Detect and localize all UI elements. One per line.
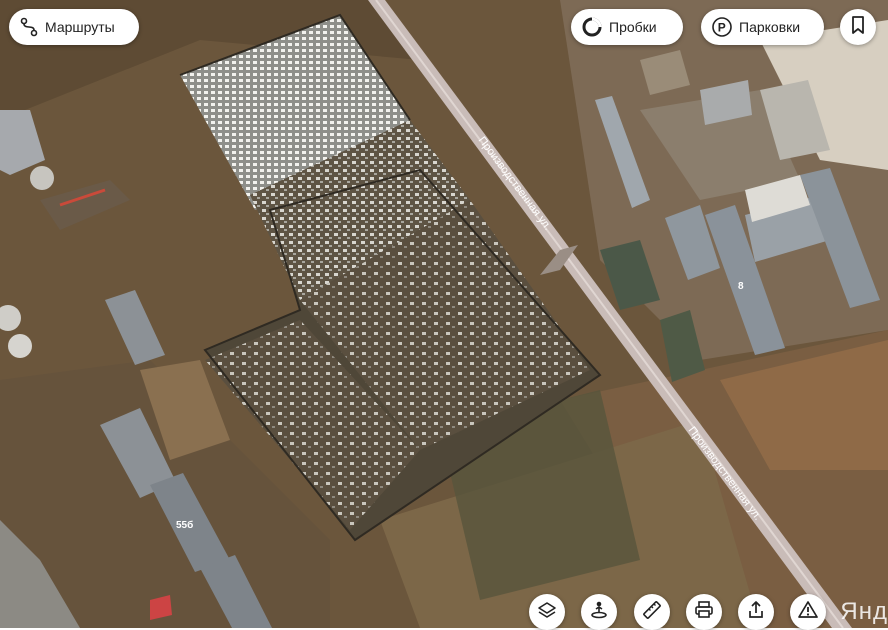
panorama-icon — [589, 600, 609, 625]
layers-button[interactable] — [529, 594, 565, 630]
share-icon — [746, 600, 766, 625]
bookmark-button[interactable] — [840, 9, 876, 45]
traffic-icon — [581, 16, 603, 38]
print-button[interactable] — [686, 594, 722, 630]
building-number-55b: 55б — [176, 519, 193, 531]
ruler-button[interactable] — [634, 594, 670, 630]
panorama-button[interactable] — [581, 594, 617, 630]
warning-icon — [798, 600, 818, 625]
routes-button[interactable]: Маршруты — [9, 9, 139, 45]
parking-button[interactable]: P Парковки — [701, 9, 824, 45]
share-button[interactable] — [738, 594, 774, 630]
traffic-label: Пробки — [609, 19, 657, 35]
bookmark-icon — [850, 15, 866, 39]
satellite-map[interactable]: Производственная ул. Производственная ул… — [0, 0, 888, 628]
yandex-watermark: Янд — [840, 598, 888, 625]
ruler-icon — [642, 600, 662, 625]
print-icon — [694, 600, 714, 625]
routes-icon — [19, 17, 39, 37]
layers-icon — [537, 600, 557, 625]
parking-icon: P — [711, 16, 733, 38]
routes-label: Маршруты — [45, 19, 115, 35]
report-button[interactable] — [790, 594, 826, 630]
traffic-button[interactable]: Пробки — [571, 9, 683, 45]
building-number-8: 8 — [738, 281, 744, 292]
parking-label: Парковки — [739, 19, 801, 35]
svg-text:P: P — [718, 21, 726, 35]
